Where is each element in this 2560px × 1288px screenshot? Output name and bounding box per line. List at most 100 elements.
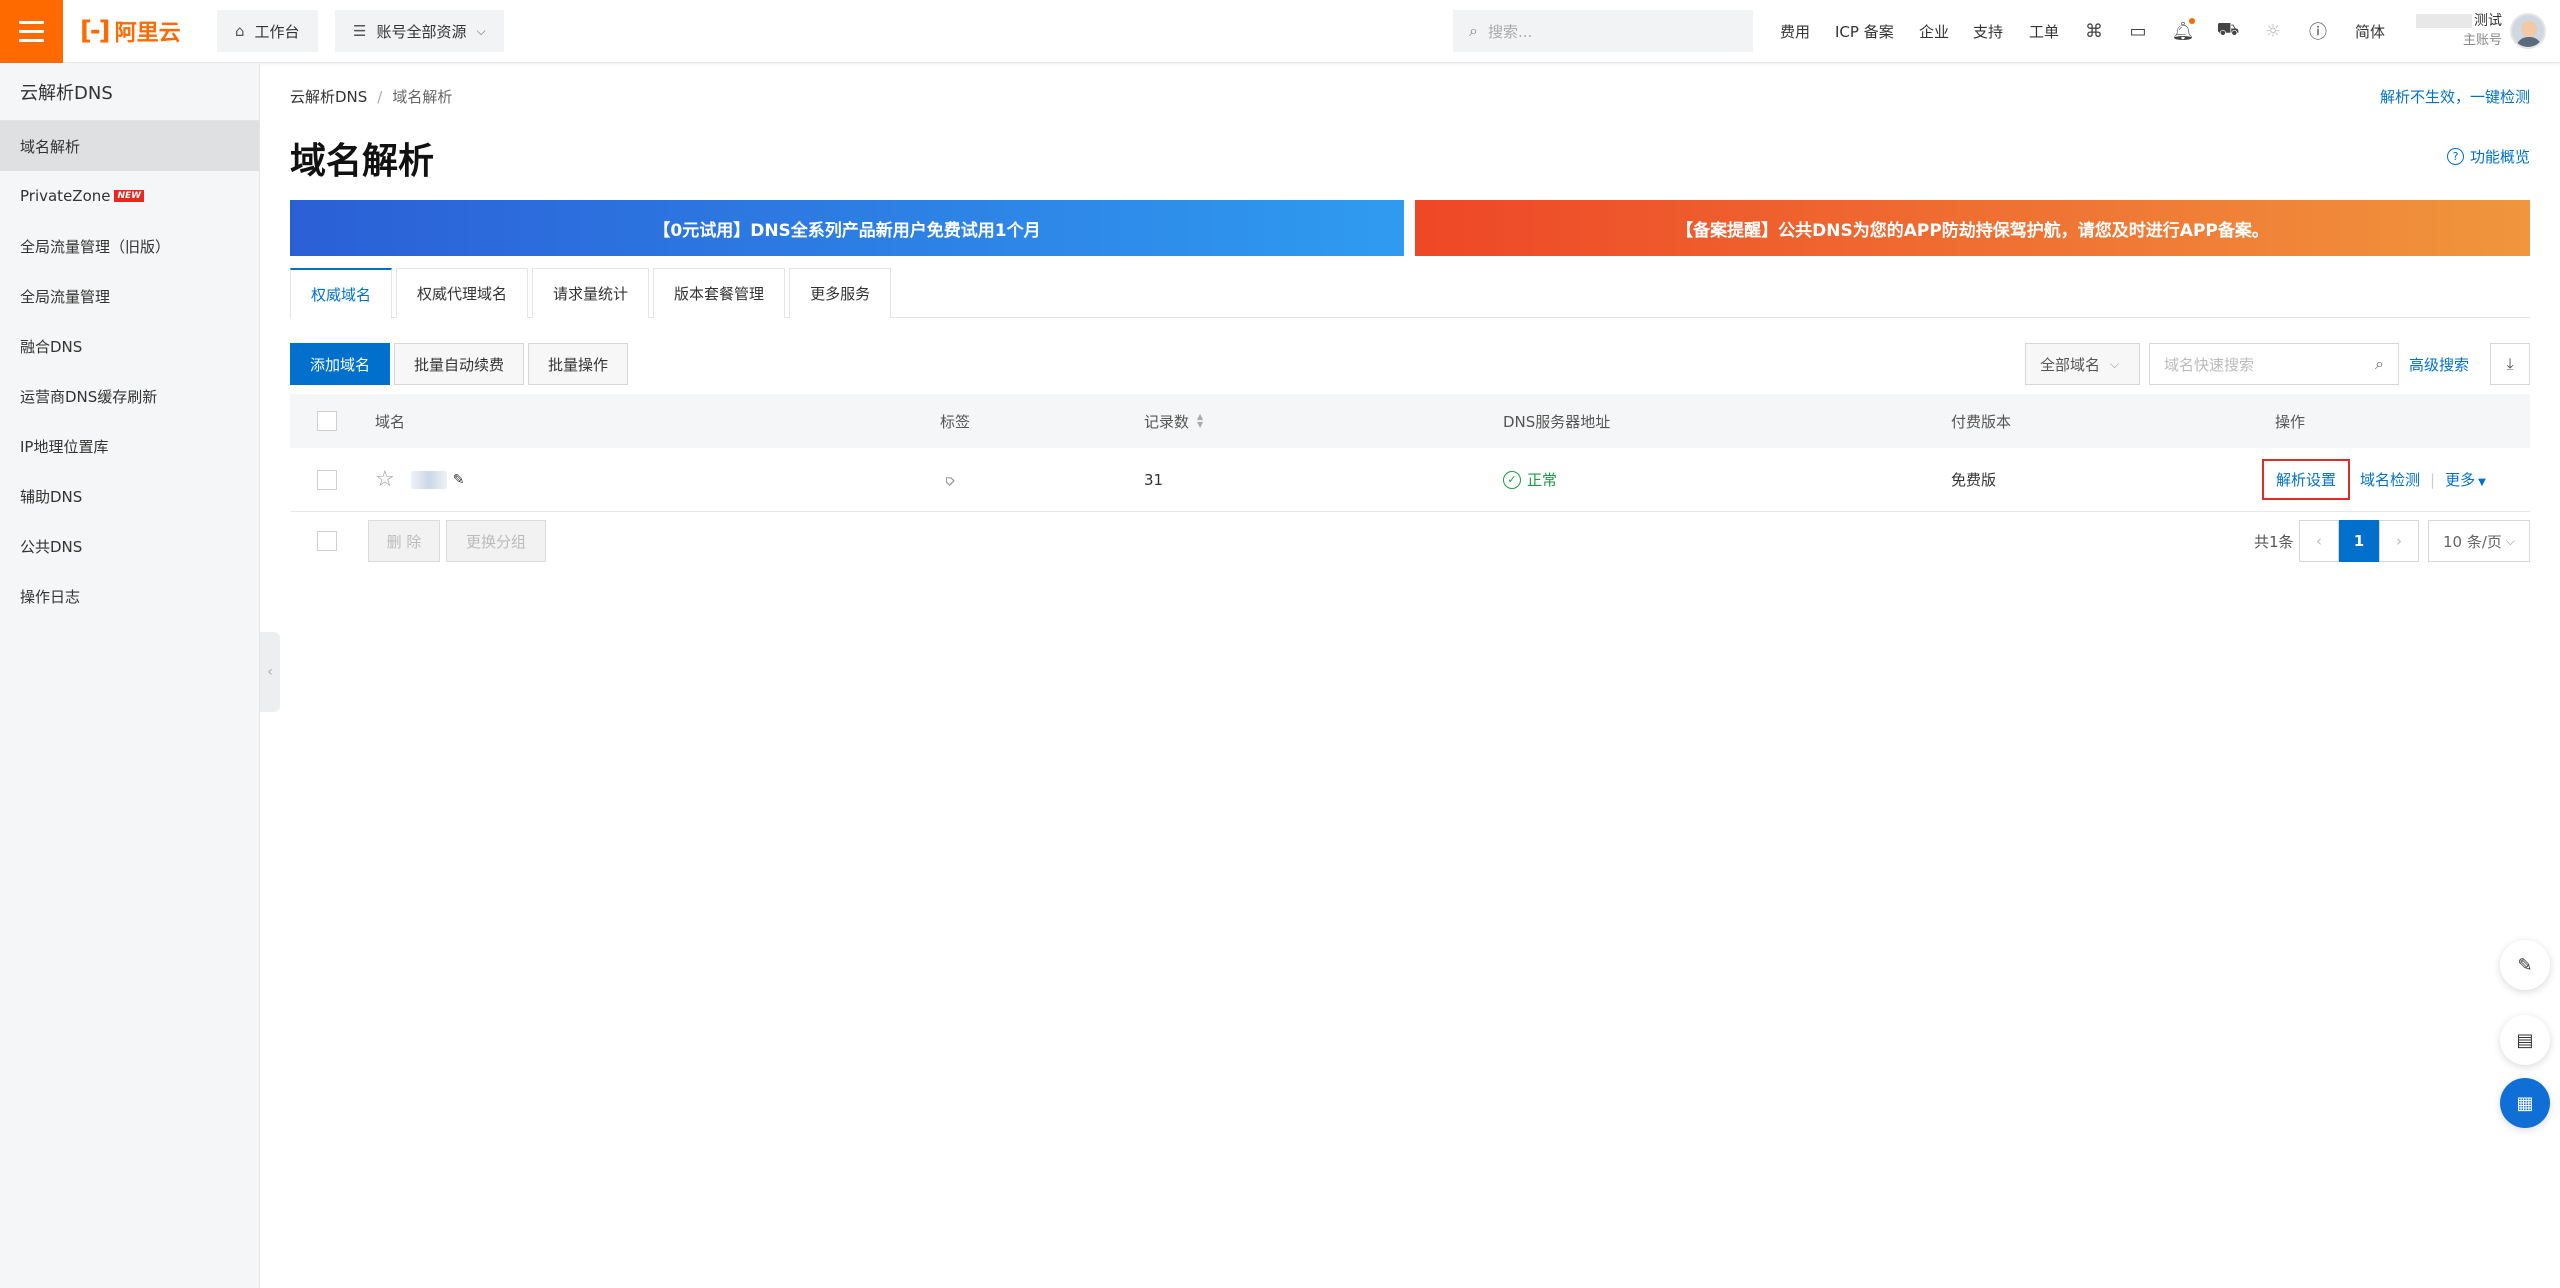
user-info[interactable]: 测试 主账号 — [2416, 11, 2502, 51]
select-all-checkbox[interactable] — [317, 411, 337, 431]
chevron-down-icon: ⌵ — [476, 23, 486, 38]
cart-icon[interactable]: ⛟ — [2215, 18, 2241, 44]
tab-request-stats[interactable]: 请求量统计 — [532, 268, 650, 318]
sidebar-item-privatezone[interactable]: PrivateZone NEW — [0, 171, 259, 221]
aliyun-logo-icon: [-] — [80, 16, 111, 46]
redacted-domain-name[interactable] — [410, 470, 447, 489]
bell-icon[interactable]: 🔔︎ — [2170, 18, 2196, 44]
chevron-down-icon: ⌵ — [2110, 356, 2120, 371]
caret-down-icon: ▼ — [2478, 477, 2486, 488]
table-footer: 删 除 更换分组 共1条 ‹ 1 › 10 条/页 ⌵ — [290, 520, 2530, 562]
sort-icon[interactable]: ▲ ▼ — [1197, 413, 1203, 429]
tab-authoritative-domains[interactable]: 权威域名 — [290, 268, 393, 319]
tab-more-services[interactable]: 更多服务 — [789, 268, 892, 318]
page-title: 域名解析 — [290, 141, 435, 182]
edit-icon[interactable]: ✎ — [453, 472, 465, 488]
add-domain-button[interactable]: 添加域名 — [290, 343, 390, 385]
batch-operation-button[interactable]: 批量操作 — [528, 343, 628, 385]
dns-status: ✓ 正常 — [1503, 448, 1557, 511]
search-icon: ⌕ — [1469, 21, 1478, 40]
hamburger-menu-icon[interactable] — [0, 0, 63, 63]
col-domain: 域名 — [375, 412, 406, 431]
more-dropdown[interactable]: 更多 ▼ — [2445, 469, 2486, 490]
record-count: 31 — [1144, 470, 1164, 489]
col-edition: 付费版本 — [1951, 412, 2012, 431]
sidebar-item-ip-geo[interactable]: IP地理位置库 — [0, 421, 259, 471]
help-icon[interactable]: ⓘ — [2305, 18, 2331, 44]
icp-reminder-banner[interactable]: 【备案提醒】公共DNS为您的APP防劫持保驾护航，请您及时进行APP备案。 — [1415, 200, 2530, 256]
prev-page-icon[interactable]: ‹ — [2299, 520, 2339, 562]
language-switch[interactable]: 简体 — [2355, 0, 2385, 63]
batch-auto-renew-button[interactable]: 批量自动续费 — [394, 343, 524, 385]
aliyun-logo[interactable]: [-] 阿里云 — [80, 14, 181, 48]
notification-dot — [2189, 18, 2195, 24]
nav-icp[interactable]: ICP 备案 — [1835, 0, 1894, 63]
lightbulb-icon[interactable]: ☼ — [2260, 18, 2286, 44]
col-operations: 操作 — [2275, 412, 2306, 431]
sidebar-item-gtm[interactable]: 全局流量管理 — [0, 271, 259, 321]
trial-banner[interactable]: 【0元试用】DNS全系列产品新用户免费试用1个月 — [290, 200, 1404, 256]
table-header: 域名 标签 记录数 ▲ ▼ DNS服务器地址 付费版本 操作 — [290, 394, 2530, 448]
nav-support[interactable]: 支持 — [1973, 0, 2003, 63]
check-circle-icon: ✓ — [1503, 470, 1521, 489]
edition-value: 免费版 — [1951, 471, 1997, 489]
top-bar: [-] 阿里云 ⌂ 工作台 ☰ 账号全部资源 ⌵ ⌕ 搜索... 费用 ICP … — [0, 0, 2560, 63]
new-badge: NEW — [114, 190, 145, 202]
col-records[interactable]: 记录数 ▲ ▼ — [1144, 394, 1203, 448]
advanced-search-link[interactable]: 高级搜索 — [2409, 343, 2469, 385]
change-group-button[interactable]: 更换分组 — [446, 520, 546, 562]
delete-button[interactable]: 删 除 — [368, 520, 440, 562]
chevron-down-icon: ⌵ — [2505, 533, 2516, 548]
col-tag: 标签 — [940, 412, 971, 431]
table-row: ☆ ✎ ⌂ 31 ✓ 正常 免费版 解析设置 域名检测 | 更多 ▼ — [290, 448, 2530, 512]
terminal-icon[interactable]: ▭ — [2125, 18, 2151, 44]
sidebar: 云解析DNS 域名解析 PrivateZone NEW 全局流量管理（旧版） 全局… — [0, 64, 260, 1288]
tab-proxy-domains[interactable]: 权威代理域名 — [396, 268, 529, 318]
sidebar-title: 云解析DNS — [0, 64, 259, 121]
sidebar-item-operation-log[interactable]: 操作日志 — [0, 571, 259, 621]
resolution-settings-link[interactable]: 解析设置 — [2262, 459, 2351, 500]
tab-edition-management[interactable]: 版本套餐管理 — [653, 268, 786, 318]
apps-grid-icon[interactable]: ▦ — [2500, 1078, 2550, 1128]
feature-overview-link[interactable]: ? 功能概览 — [2446, 146, 2530, 167]
col-dns-server: DNS服务器地址 — [1503, 412, 1611, 431]
sidebar-item-domain-resolution[interactable]: 域名解析 — [0, 121, 259, 171]
sidebar-item-fusion-dns[interactable]: 融合DNS — [0, 321, 259, 371]
nav-enterprise[interactable]: 企业 — [1919, 0, 1949, 63]
nav-fees[interactable]: 费用 — [1780, 0, 1810, 63]
page-number-current[interactable]: 1 — [2339, 520, 2379, 562]
star-icon[interactable]: ☆ — [375, 467, 395, 492]
workbench-button[interactable]: ⌂ 工作台 — [217, 10, 318, 52]
tag-icon[interactable]: ⌂ — [939, 470, 958, 489]
download-icon[interactable]: ⤓ — [2490, 343, 2530, 385]
row-checkbox[interactable] — [317, 469, 337, 490]
avatar[interactable] — [2510, 13, 2546, 49]
breadcrumb: 云解析DNS / 域名解析 — [290, 88, 453, 106]
tab-bar: 权威域名 权威代理域名 请求量统计 版本套餐管理 更多服务 — [290, 268, 2530, 319]
domain-quick-search-input[interactable]: 域名快速搜索 ⌕ — [2149, 343, 2399, 385]
sidebar-item-secondary-dns[interactable]: 辅助DNS — [0, 471, 259, 521]
sidebar-item-isp-cache-refresh[interactable]: 运营商DNS缓存刷新 — [0, 371, 259, 421]
domain-table: 域名 标签 记录数 ▲ ▼ DNS服务器地址 付费版本 操作 ☆ ✎ ⌂ 31 ✓ … — [290, 394, 2530, 512]
resource-scope-dropdown[interactable]: ☰ 账号全部资源 ⌵ — [335, 10, 504, 52]
total-count: 共1条 — [2254, 532, 2294, 551]
nav-ticket[interactable]: 工单 — [2029, 0, 2059, 63]
domain-check-link[interactable]: 域名检测 — [2360, 469, 2420, 490]
sidebar-item-public-dns[interactable]: 公共DNS — [0, 521, 259, 571]
breadcrumb-root[interactable]: 云解析DNS — [290, 88, 367, 106]
breadcrumb-current: 域名解析 — [392, 88, 453, 106]
code-icon[interactable]: ⌘ — [2081, 18, 2107, 44]
sidebar-item-gtm-legacy[interactable]: 全局流量管理（旧版） — [0, 221, 259, 271]
one-click-detect-link[interactable]: 解析不生效，一键检测 — [2380, 86, 2530, 107]
chat-icon[interactable]: ▤ — [2500, 1015, 2550, 1065]
feedback-edit-icon[interactable]: ✎ — [2500, 940, 2550, 990]
next-page-icon[interactable]: › — [2379, 520, 2419, 562]
footer-select-all-checkbox[interactable] — [317, 531, 337, 551]
question-icon: ? — [2446, 148, 2464, 165]
redacted-username — [2416, 14, 2472, 28]
global-search-input[interactable]: ⌕ 搜索... — [1453, 10, 1753, 52]
page-size-select[interactable]: 10 条/页 ⌵ — [2428, 520, 2530, 562]
sidebar-collapse-chevron-icon[interactable]: ‹ — [260, 632, 280, 712]
domain-filter-select[interactable]: 全部域名 ⌵ — [2025, 343, 2140, 385]
search-icon: ⌕ — [2375, 354, 2384, 373]
